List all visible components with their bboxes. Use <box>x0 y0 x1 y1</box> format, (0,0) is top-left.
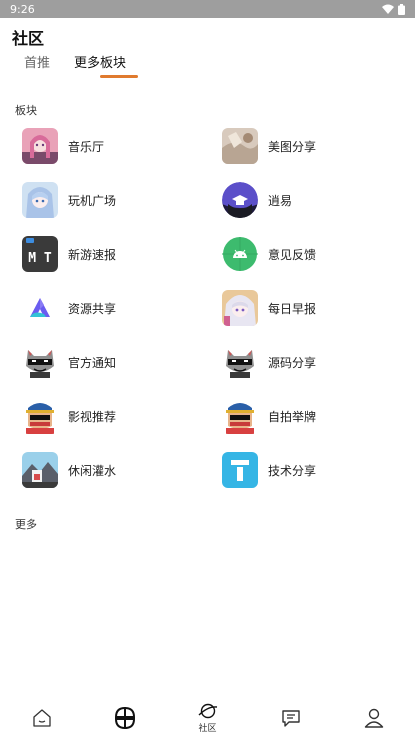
board-item-daily-news[interactable]: 每日早报 <box>222 290 415 326</box>
nav-boards[interactable] <box>95 698 155 738</box>
board-label: 自拍举牌 <box>268 409 317 424</box>
profile-icon <box>364 708 383 728</box>
nav-home[interactable] <box>12 698 72 738</box>
cartoon-dog-cap-icon <box>22 398 58 434</box>
board-item-tech-share[interactable]: 技术分享 <box>222 452 415 488</box>
header: 社区 首推 更多板块 <box>0 18 415 78</box>
nav-community-label: 社区 <box>198 723 217 734</box>
board-label: 技术分享 <box>268 463 317 478</box>
board-item-photo-share[interactable]: 美图分享 <box>222 128 415 164</box>
tab-recommended[interactable]: 首推 <box>12 54 62 78</box>
board-label: 新游速报 <box>68 247 117 262</box>
board-label: 官方通知 <box>68 355 117 370</box>
section-label-boards: 板块 <box>15 104 37 117</box>
board-label: 源码分享 <box>268 355 317 370</box>
mt-logo-icon: M T <box>22 236 58 272</box>
cartoon-dog-cap-icon <box>222 398 258 434</box>
raccoon-sunglasses-icon <box>22 344 58 380</box>
info-i-icon <box>222 452 258 488</box>
board-item-source-share[interactable]: 源码分享 <box>222 344 415 380</box>
board-item-phone-plaza[interactable]: 玩机广场 <box>22 182 222 218</box>
grid-apps-icon <box>114 706 135 729</box>
board-label: 美图分享 <box>268 139 317 154</box>
board-item-casual-chat[interactable]: 休闲灌水 <box>22 452 222 488</box>
message-icon <box>281 709 300 727</box>
wifi-icon <box>382 4 394 14</box>
svg-text:M T: M T <box>28 251 52 266</box>
board-item-selfie-sign[interactable]: 自拍举牌 <box>222 398 415 434</box>
nav-profile[interactable] <box>344 698 404 738</box>
planet-icon <box>198 703 217 718</box>
photo-cat-icon <box>222 128 258 164</box>
board-item-official-notice[interactable]: 官方通知 <box>22 344 222 380</box>
cartoon-landscape-icon <box>22 452 58 488</box>
battery-icon <box>398 3 405 15</box>
section-label-more: 更多 <box>15 518 37 531</box>
android-icon <box>222 236 258 272</box>
board-item-feedback[interactable]: 意见反馈 <box>222 236 415 272</box>
graduation-cap-icon <box>222 182 258 218</box>
board-label: 每日早报 <box>268 301 317 316</box>
board-item-music-hall[interactable]: 音乐厅 <box>22 128 222 164</box>
raccoon-sunglasses-icon <box>222 344 258 380</box>
bottom-nav: 社区 <box>0 696 415 739</box>
board-item-movie-recommend[interactable]: 影视推荐 <box>22 398 222 434</box>
nav-community[interactable]: 社区 <box>178 698 238 738</box>
status-time: 9:26 <box>10 2 35 16</box>
anime-girl-pink-icon <box>22 128 58 164</box>
anime-girl-blue-icon <box>22 182 58 218</box>
board-label: 影视推荐 <box>68 409 117 424</box>
board-label: 资源共享 <box>68 301 117 316</box>
tab-bar: 首推 更多板块 <box>12 54 403 78</box>
boards-grid: 音乐厅 美图分享 玩机广场 逍易 M T 新游速报 意见反馈 资源共享 每日早报… <box>0 128 415 488</box>
status-bar: 9:26 <box>0 0 415 18</box>
board-label: 休闲灌水 <box>68 463 117 478</box>
page-title: 社区 <box>12 29 45 48</box>
anime-girl-silver-icon <box>222 290 258 326</box>
board-label: 意见反馈 <box>268 247 317 262</box>
home-icon <box>32 708 51 727</box>
board-label: 逍易 <box>268 193 293 208</box>
board-item-xiaoyi[interactable]: 逍易 <box>222 182 415 218</box>
board-item-resource-share[interactable]: 资源共享 <box>22 290 222 326</box>
aliyun-drive-icon <box>22 290 58 326</box>
board-item-new-games[interactable]: M T 新游速报 <box>22 236 222 272</box>
board-label: 玩机广场 <box>68 193 117 208</box>
status-icons <box>382 3 405 15</box>
tab-active-indicator <box>100 75 138 78</box>
nav-messages[interactable] <box>261 698 321 738</box>
board-label: 音乐厅 <box>68 139 105 154</box>
